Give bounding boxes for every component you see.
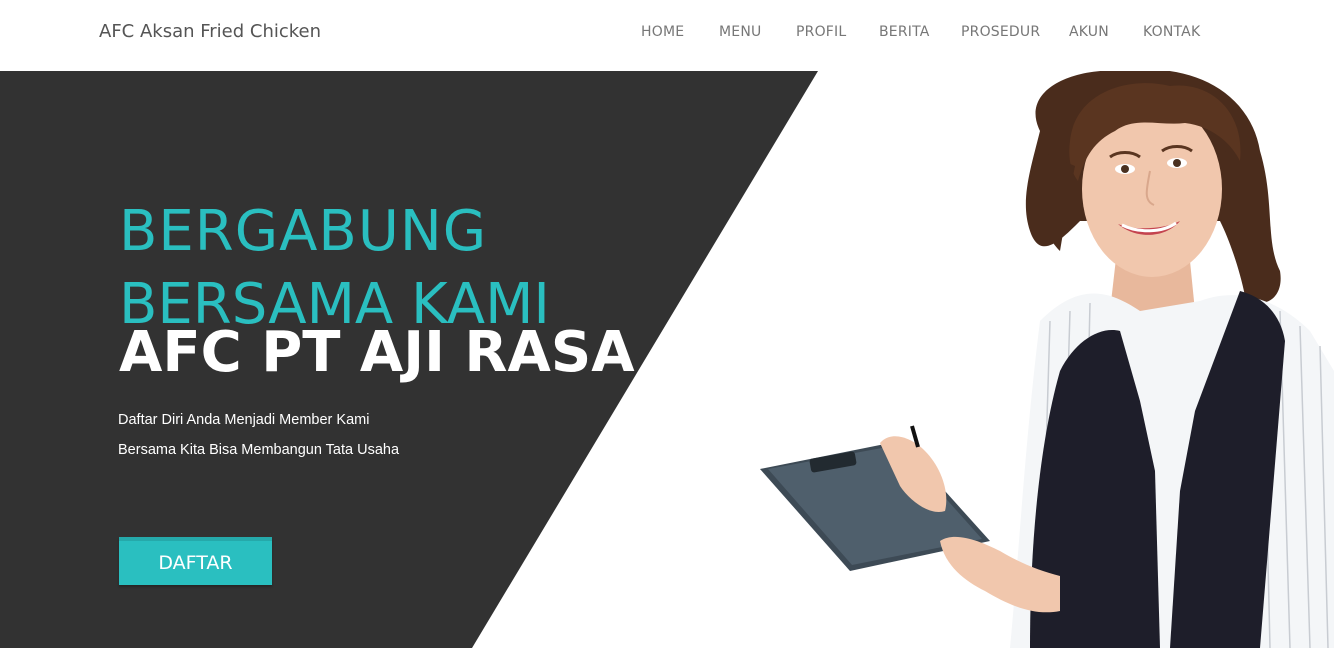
- nav-menu: HOME MENU PROFIL BERITA PROSEDUR AKUN KO…: [0, 24, 1334, 44]
- nav-home[interactable]: HOME: [641, 24, 684, 40]
- nav-profil[interactable]: PROFIL: [796, 24, 846, 40]
- nav-prosedur[interactable]: PROSEDUR: [961, 24, 1040, 40]
- hero-description-line2: Bersama Kita Bisa Membangun Tata Usaha: [118, 442, 400, 458]
- nav-kontak[interactable]: KONTAK: [1143, 24, 1200, 40]
- hero-title-line1: BERGABUNG: [119, 199, 488, 264]
- nav-akun[interactable]: AKUN: [1069, 24, 1109, 40]
- hero-person-image: [760, 71, 1334, 648]
- hero-section: BERGABUNG BERSAMA KAMI AFC PT AJI RASA D…: [0, 71, 1334, 648]
- nav-menu-link[interactable]: MENU: [719, 24, 761, 40]
- hero-title-line3: AFC PT AJI RASA: [119, 320, 635, 385]
- daftar-button[interactable]: DAFTAR: [119, 537, 272, 585]
- hero-description-line1: Daftar Diri Anda Menjadi Member Kami: [118, 412, 370, 428]
- nav-berita[interactable]: BERITA: [879, 24, 930, 40]
- navbar: AFC Aksan Fried Chicken HOME MENU PROFIL…: [0, 0, 1334, 71]
